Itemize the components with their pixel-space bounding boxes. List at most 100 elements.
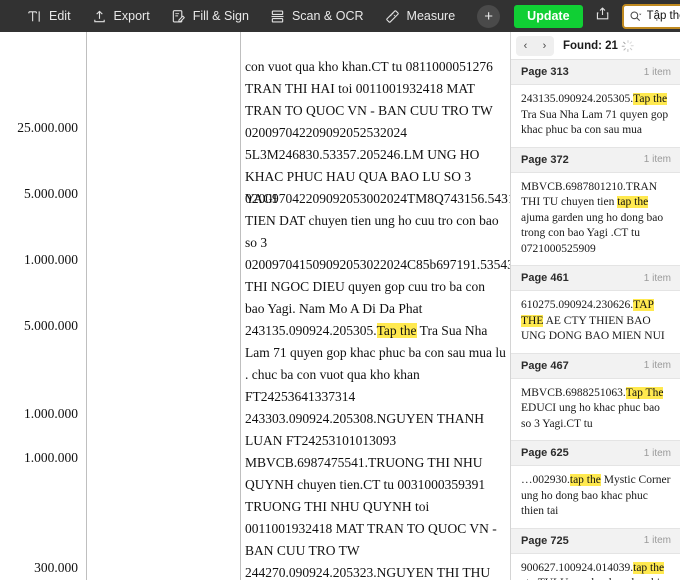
toolbar-button-export[interactable]: Export (91, 0, 150, 32)
add-tool-button[interactable]: + (477, 4, 501, 28)
toolbar-button-edit[interactable]: Edit (26, 0, 71, 32)
search-match-highlight: Tap The (625, 386, 664, 399)
search-result-group: Page 313 1 item 243135.090924.205305.Tap t… (511, 60, 680, 148)
scanner-icon (269, 8, 286, 25)
toolbar-label-scan-ocr: Scan & OCR (291, 9, 364, 24)
description-text: 020097041509092053022024C85b697191.53543… (245, 257, 510, 316)
amount-cell: 1.000.000 (24, 450, 78, 465)
result-snippet[interactable]: MBVCB.6988251063.Tap The EDUCI ung ho kh… (511, 378, 680, 440)
transaction-description: MBVCB.6987475541.TRUONG THI NHU QUYNH ch… (245, 452, 506, 562)
result-page-label: Page 625 (521, 447, 569, 459)
description-text: 244270.090924.205323.NGUYEN THI THU THAO… (245, 565, 491, 580)
transaction-description: 020097042209092053002024TM8Q743156.54312… (245, 188, 510, 254)
search-results-panel: ‹ › Found: 21 Page 313 1 item 243135.09092… (510, 32, 680, 580)
snippet-text: …002930. (521, 474, 570, 486)
snippet-text: AE CTY THIEN BAO UNG DONG BAO MIEN NUI (521, 314, 665, 343)
snippet-text: EDUCI ung ho khac phuc bao so 3 Yagi.CT … (521, 402, 660, 430)
result-item-count: 1 item (643, 447, 671, 459)
snippet-text: MBVCB.6988251063. (521, 386, 626, 399)
search-match-highlight: tap the (633, 561, 665, 574)
transaction-description: 244270.090924.205323.NGUYEN THI THU THAO… (245, 562, 506, 580)
search-icon (629, 10, 642, 23)
search-box[interactable] (621, 3, 680, 29)
amount-column: 25.000.000 5.000.000 1.000.000 5.000.000 1.0… (0, 32, 86, 580)
search-match-highlight: tap the (569, 474, 601, 486)
toolbar-label-fill-sign: Fill & Sign (192, 9, 249, 24)
amount-cell: 300.000 (34, 560, 78, 575)
share-upload-icon (595, 6, 610, 26)
toolbar-label-edit: Edit (49, 9, 71, 24)
amount-cell: 1.000.000 (24, 406, 78, 421)
document-viewer[interactable]: 25.000.000 5.000.000 1.000.000 5.000.000 1.0… (0, 32, 510, 580)
plus-icon: + (484, 7, 494, 25)
result-page-header[interactable]: Page 313 1 item (511, 60, 680, 85)
toolbar-button-fill-sign[interactable]: Fill & Sign (170, 0, 249, 32)
description-text: 020097042209092053002024TM8Q743156.54312… (245, 191, 510, 250)
ruler-measure-icon (384, 8, 401, 25)
snippet-text: 610275.090924.230626. (521, 299, 634, 311)
text-edit-icon (26, 8, 43, 25)
snippet-text: ajuma garden ung ho dong bao trong con b… (521, 211, 664, 255)
result-page-label: Page 467 (521, 359, 569, 372)
table-column-divider-left (86, 32, 87, 580)
previous-result-button[interactable]: ‹ (516, 36, 535, 56)
toolbar-button-scan-ocr[interactable]: Scan & OCR (269, 0, 364, 32)
result-snippet[interactable]: 610275.090924.230626.TAP THE AE CTY THIE… (511, 291, 680, 353)
description-text: con vuot qua kho khan.CT tu 081100005127… (245, 59, 493, 118)
result-snippet[interactable]: …002930.tap the Mystic Corner ung ho don… (511, 466, 680, 528)
loading-spinner-icon (621, 39, 634, 52)
result-page-label: Page 461 (521, 272, 569, 284)
description-text: 243135.090924.205305. (245, 323, 377, 338)
next-result-button[interactable]: › (535, 36, 554, 56)
result-page-header[interactable]: Page 625 1 item (511, 441, 680, 466)
search-result-group: Page 725 1 item 900627.100924.014039.tap t… (511, 528, 680, 580)
search-results-list[interactable]: Page 313 1 item 243135.090924.205305.Tap t… (511, 60, 680, 580)
amount-cell: 5.000.000 (24, 186, 78, 201)
search-match-highlight: Tap the (376, 323, 417, 338)
description-text: MBVCB.6987475541.TRUONG THI NHU QUYNH ch… (245, 455, 497, 558)
search-match-highlight: tap the (617, 196, 649, 208)
amount-cell: 5.000.000 (24, 318, 78, 333)
result-item-count: 1 item (643, 154, 671, 165)
amount-cell: 1.000.000 (24, 252, 78, 267)
result-snippet[interactable]: MBVCB.6987801210.TRAN THI TU chuyen tien… (511, 172, 680, 265)
result-page-label: Page 313 (521, 66, 569, 78)
result-item-count: 1 item (643, 272, 671, 284)
main-toolbar: Edit Export Fill & Sign Scan & OCR Measu… (0, 0, 680, 32)
export-upload-icon (91, 8, 108, 25)
transaction-description: 020097041509092053022024C85b697191.53543… (245, 254, 510, 320)
result-snippet[interactable]: 900627.100924.014039.tap the cty TULU un… (511, 553, 680, 580)
toolbar-button-measure[interactable]: Measure (384, 0, 456, 32)
search-result-group: Page 461 1 item 610275.090924.230626.TAP T… (511, 266, 680, 354)
result-page-header[interactable]: Page 461 1 item (511, 266, 680, 291)
transaction-description: 243135.090924.205305.Tap the Tra Sua Nha… (245, 320, 506, 408)
share-button[interactable] (592, 4, 614, 28)
toolbar-label-measure: Measure (406, 9, 456, 24)
amount-cell: 25.000.000 (17, 120, 78, 135)
search-match-highlight: Tap the (633, 93, 668, 105)
snippet-text: Tra Sua Nha Lam 71 quyen gop khac phuc b… (521, 108, 669, 137)
search-input[interactable] (641, 10, 680, 22)
transaction-description: con vuot qua kho khan.CT tu 081100005127… (245, 56, 506, 122)
update-button[interactable]: Update (514, 4, 583, 28)
result-item-count: 1 item (643, 535, 671, 546)
result-page-header[interactable]: Page 467 1 item (511, 353, 680, 379)
snippet-text: 243135.090924.205305. (521, 93, 634, 105)
result-nav-group: ‹ › (516, 35, 554, 56)
found-count-label: Found: 21 (563, 39, 618, 52)
result-item-count: 1 item (643, 66, 671, 78)
search-results-header: ‹ › Found: 21 (511, 32, 680, 60)
result-item-count: 1 item (643, 360, 671, 371)
search-result-group: Page 372 1 item MBVCB.6987801210.TRAN THI … (511, 147, 680, 266)
result-page-header[interactable]: Page 372 1 item (511, 147, 680, 173)
result-snippet[interactable]: 243135.090924.205305.Tap the Tra Sua Nha… (511, 85, 680, 147)
toolbar-label-export: Export (113, 9, 150, 24)
transaction-description: 243303.090924.205308.NGUYEN THANH LUAN F… (245, 408, 506, 452)
fill-sign-icon (170, 8, 187, 25)
result-page-label: Page 372 (521, 153, 569, 166)
pdf-page: 25.000.000 5.000.000 1.000.000 5.000.000 1.0… (0, 32, 510, 580)
description-text: 243303.090924.205308.NGUYEN THANH LUAN F… (245, 411, 484, 448)
result-page-label: Page 725 (521, 534, 569, 547)
result-page-header[interactable]: Page 725 1 item (511, 528, 680, 554)
search-result-group: Page 467 1 item MBVCB.6988251063.Tap The E… (511, 353, 680, 441)
